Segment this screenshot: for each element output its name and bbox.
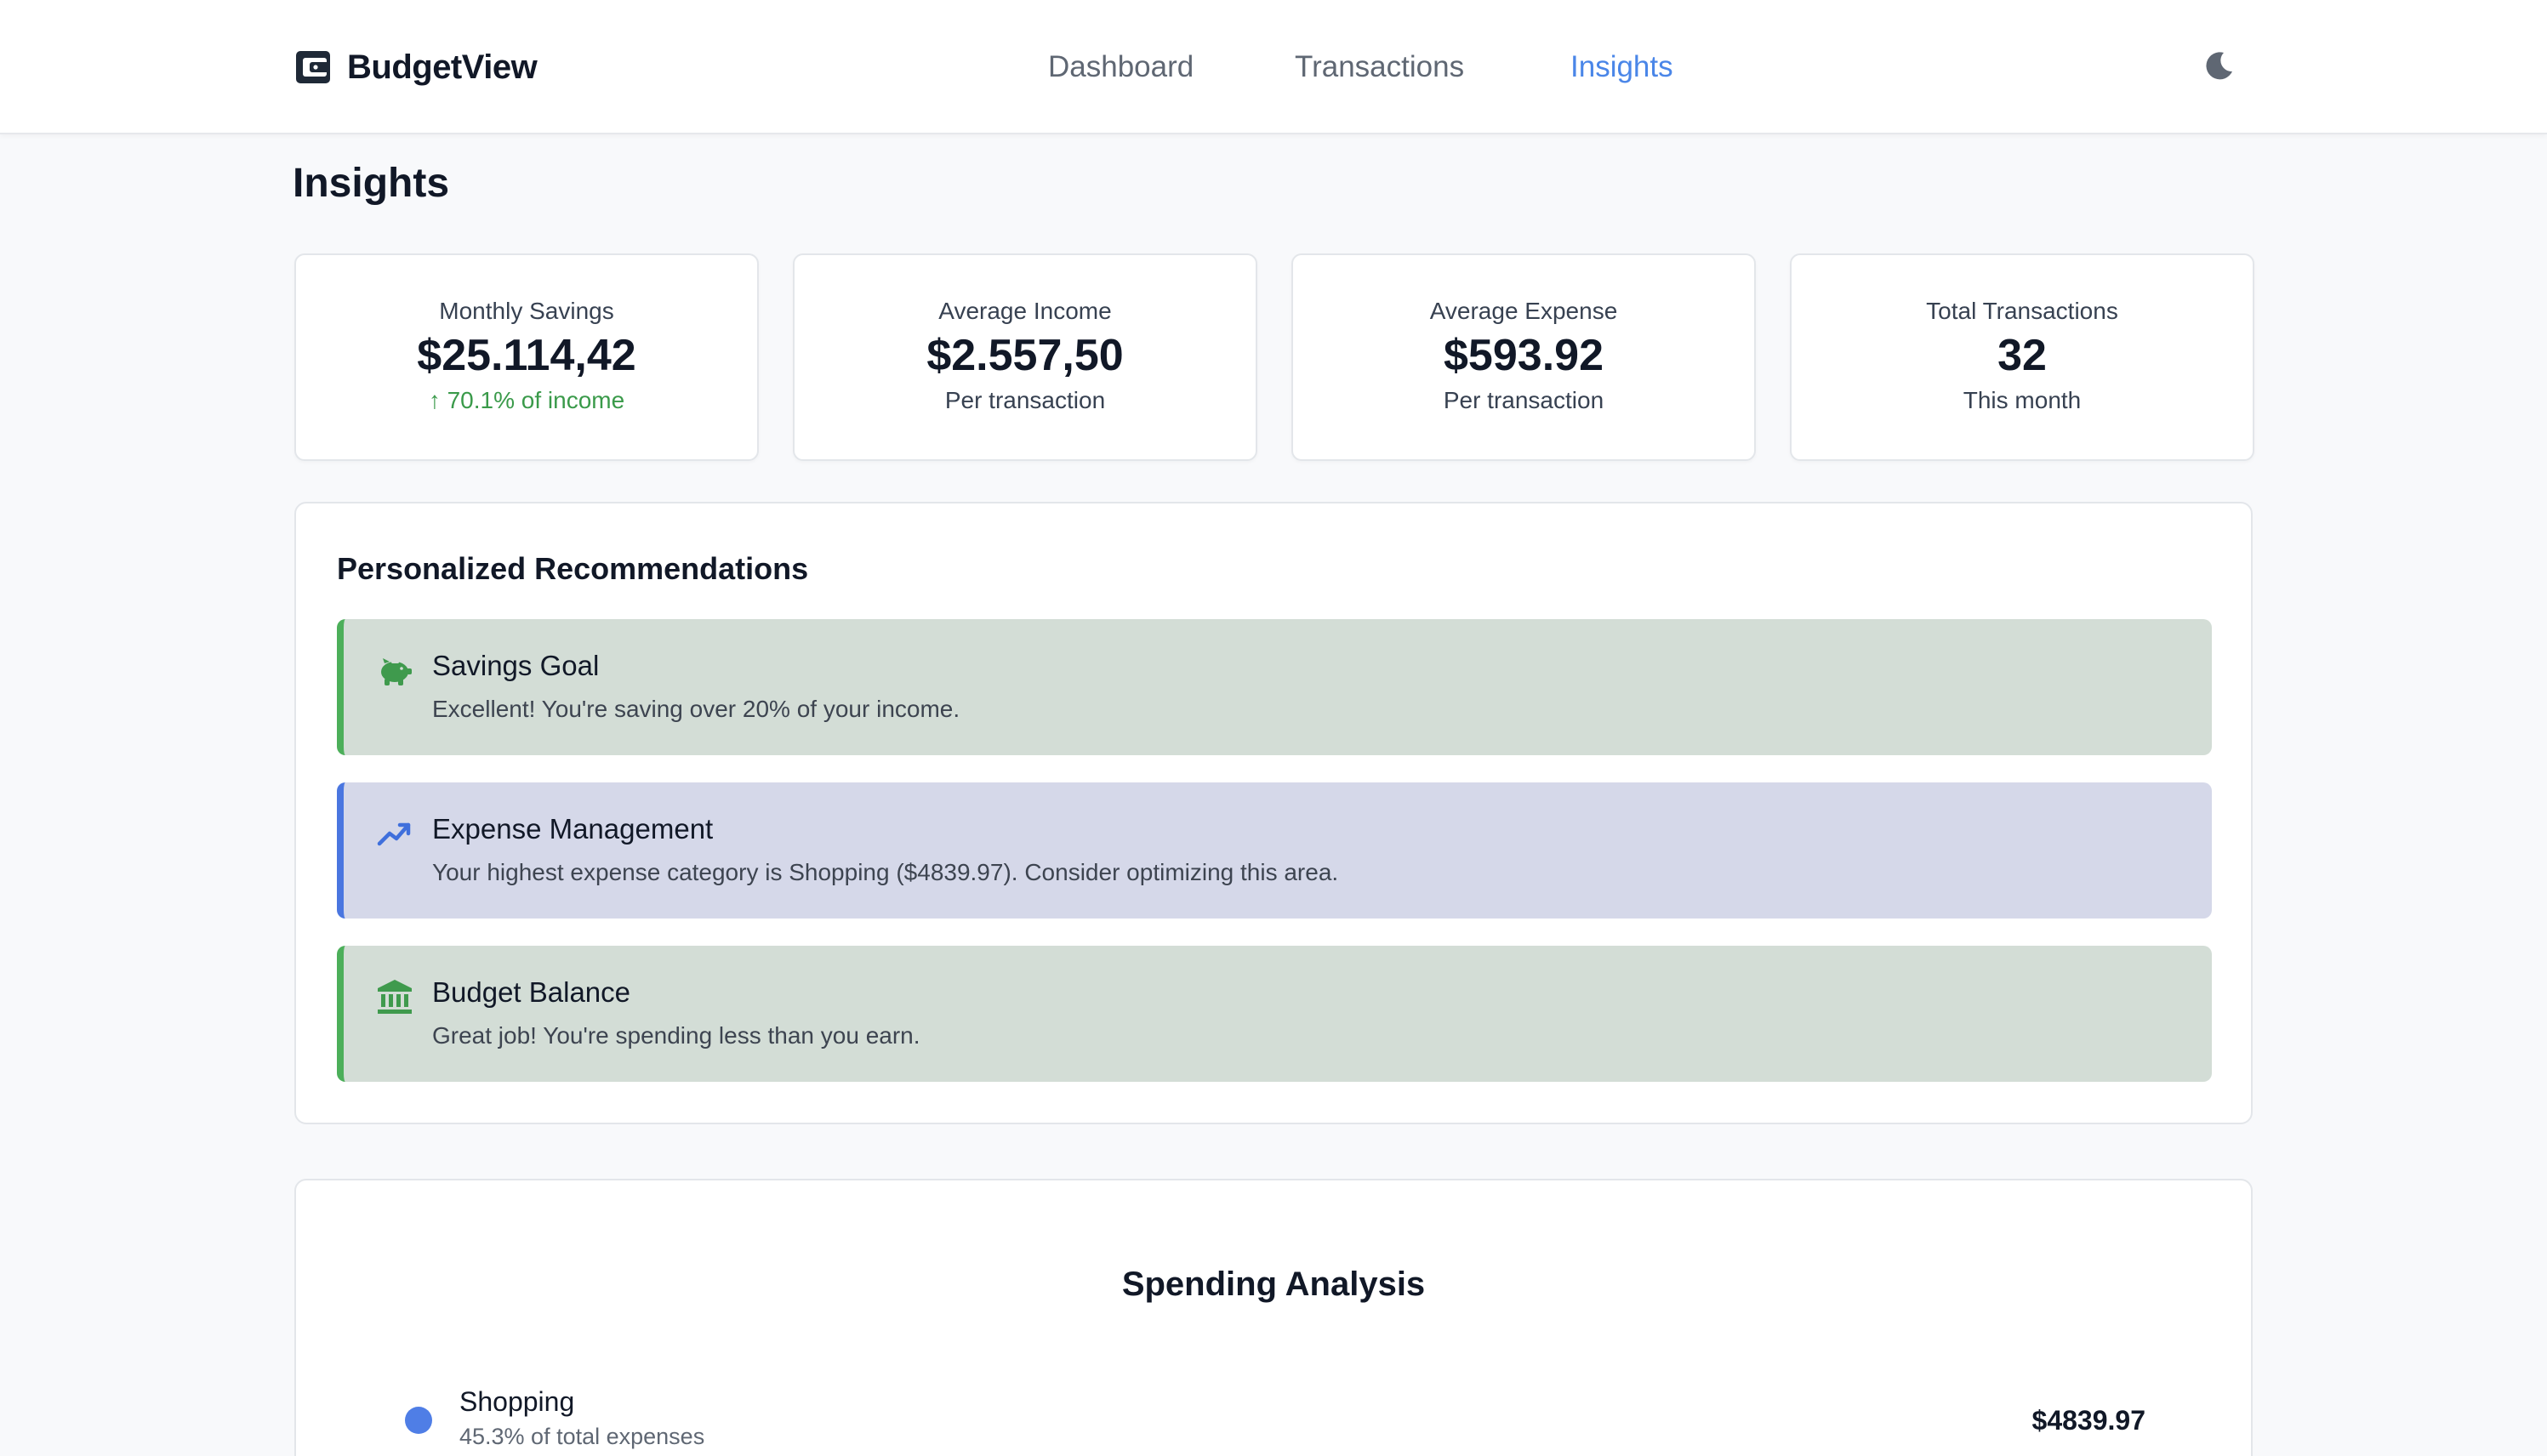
nav-dashboard[interactable]: Dashboard [1048,46,1194,88]
stat-value: $2.557,50 [926,331,1124,380]
stat-value: $25.114,42 [417,331,636,380]
stat-value: 32 [1997,331,2047,380]
spending-category-row: Shopping 45.3% of total expenses $4839.9… [296,1371,2254,1449]
recommendation-budget-balance: Budget Balance Great job! You're spendin… [337,946,2212,1082]
category-color-dot [405,1407,432,1434]
spending-analysis-title: Spending Analysis [1121,1265,1426,1303]
recommendation-title: Savings Goal [432,650,600,681]
category-name: Shopping [459,1386,575,1417]
recommendation-description: Excellent! You're saving over 20% of you… [432,696,960,722]
trending-up-icon [377,822,411,846]
moon-icon [2206,52,2232,80]
recommendation-title: Expense Management [432,813,714,845]
stat-subtext: This month [1963,387,2082,413]
category-amount: $4839.97 [2031,1405,2145,1436]
stat-label: Total Transactions [1926,298,2118,324]
top-navbar: BudgetView Dashboard Transactions Insigh… [0,0,2547,134]
stat-card-monthly-savings: Monthly Savings $25.114,42 ↑ 70.1% of in… [294,253,759,461]
stat-subtext: Per transaction [944,387,1106,413]
theme-toggle-button[interactable] [2200,48,2237,85]
nav-insights[interactable]: Insights [1570,46,1673,88]
recommendation-savings-goal: Savings Goal Excellent! You're saving ov… [337,619,2212,755]
page-title: Insights [293,161,450,206]
spending-analysis-card: Spending Analysis Shopping 45.3% of tota… [294,1179,2253,1456]
bank-icon [378,980,412,1014]
stat-card-total-transactions: Total Transactions 32 This month [1790,253,2254,461]
stat-subtext: Per transaction [1443,387,1604,413]
recommendations-card: Personalized Recommendations Savings Goa… [294,502,2253,1124]
stat-value: $593.92 [1444,331,1604,380]
recommendation-description: Your highest expense category is Shoppin… [432,859,1339,885]
stat-label: Average Income [938,298,1112,324]
category-percent: 45.3% of total expenses [459,1424,705,1449]
stat-subtext: ↑ 70.1% of income [428,387,625,413]
recommendation-expense-management: Expense Management Your highest expense … [337,782,2212,919]
stat-card-average-income: Average Income $2.557,50 Per transaction [793,253,1257,461]
stat-label: Monthly Savings [439,298,614,324]
stat-label: Average Expense [1429,298,1618,324]
stat-card-average-expense: Average Expense $593.92 Per transaction [1291,253,1756,461]
recommendation-title: Budget Balance [432,976,631,1008]
main-nav: Dashboard Transactions Insights [0,46,2547,88]
piggy-bank-icon [381,658,412,685]
nav-transactions[interactable]: Transactions [1295,46,1464,88]
recommendations-title: Personalized Recommendations [337,551,809,586]
recommendation-description: Great job! You're spending less than you… [432,1022,920,1049]
